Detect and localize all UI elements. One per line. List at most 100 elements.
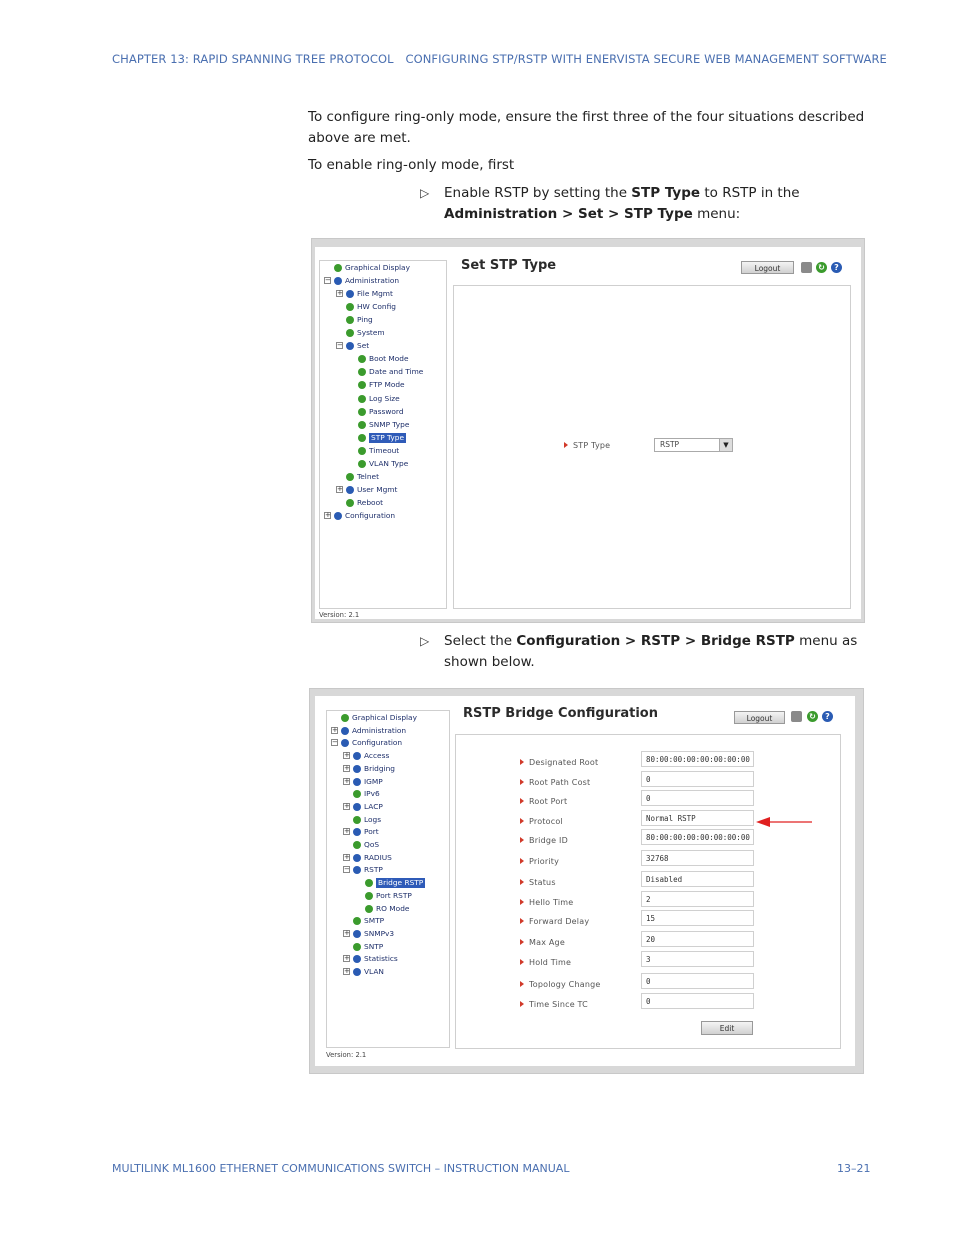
- expand-icon[interactable]: +: [343, 828, 350, 836]
- field-value-max-age: 20: [641, 931, 754, 947]
- edit-button[interactable]: Edit: [701, 1021, 753, 1035]
- expand-icon[interactable]: +: [343, 764, 350, 772]
- tree-node-icon: [358, 446, 366, 455]
- field-label: Root Path Cost: [529, 778, 591, 787]
- tree-node-icon: [346, 472, 354, 481]
- help-icon[interactable]: ?: [831, 262, 842, 273]
- tree-node-icon: [358, 355, 366, 364]
- tree-item-label: Port RSTP: [376, 890, 412, 900]
- bullet-arrow-icon: [520, 879, 524, 885]
- expand-icon[interactable]: +: [343, 955, 350, 963]
- field-value-topology-change: 0: [641, 973, 754, 989]
- expand-icon[interactable]: +: [336, 290, 343, 298]
- tree-node-icon: [346, 303, 354, 312]
- tree-item-label: Boot Mode: [369, 354, 409, 364]
- tree-item-label: SNTP: [364, 941, 384, 951]
- field-label: Max Age: [529, 938, 565, 947]
- expand-icon[interactable]: +: [324, 511, 331, 519]
- expand-icon[interactable]: +: [343, 968, 350, 975]
- running-header: CHAPTER 13: RAPID SPANNING TREE PROTOCOL…: [112, 52, 887, 66]
- content-panel: STP Type RSTP ▼: [453, 285, 851, 609]
- tree-node-icon: [353, 968, 361, 976]
- step-2-text: Select the Configuration > RSTP > Bridge…: [444, 633, 858, 670]
- tree-item-label: Port: [364, 827, 379, 837]
- field-row-time-since-tc: Time Since TC: [520, 997, 630, 1013]
- field-row-hello-time: Hello Time: [520, 895, 630, 911]
- field-row-root-path-cost: Root Path Cost: [520, 775, 630, 791]
- step-1: ▷ Enable RSTP by setting the STP Type to…: [420, 183, 870, 225]
- bullet-arrow-icon: [520, 837, 524, 843]
- tree-item-label: RO Mode: [376, 903, 410, 913]
- bullet-arrow-icon: [520, 899, 524, 905]
- expand-icon[interactable]: +: [343, 777, 350, 785]
- tree-item-label: System: [357, 328, 385, 338]
- logout-button[interactable]: Logout: [734, 711, 785, 724]
- navigation-tree: Graphical Display + Administration − Configu…: [326, 710, 450, 1048]
- tree-item-label: VLAN: [364, 967, 384, 976]
- field-value-root-port: 0: [641, 790, 754, 806]
- navigation-tree: Graphical Display − Administration + File Mg…: [319, 260, 447, 609]
- field-value-hello-time: 2: [641, 891, 754, 907]
- tree-node-icon: [353, 853, 361, 862]
- page-number: 13–21: [837, 1162, 871, 1175]
- tree-item-label: Access: [364, 751, 390, 761]
- field-label: Status: [529, 878, 556, 887]
- tree-node-icon: [365, 879, 373, 888]
- paragraph-2: To enable ring-only mode, first: [308, 157, 515, 173]
- rstp-bridge-configuration-screenshot: Graphical Display + Administration − Configu…: [309, 688, 864, 1074]
- collapse-icon[interactable]: −: [343, 866, 350, 874]
- expand-icon[interactable]: +: [336, 485, 343, 493]
- tree-node-icon: [341, 726, 349, 735]
- expand-icon[interactable]: +: [331, 726, 338, 734]
- refresh-icon[interactable]: ↻: [807, 711, 818, 722]
- collapse-icon[interactable]: −: [336, 342, 343, 350]
- bullet-arrow-icon: [520, 981, 524, 987]
- tree-item-label: FTP Mode: [369, 380, 405, 390]
- field-row-designated-root: Designated Root: [520, 755, 630, 771]
- collapse-icon[interactable]: −: [331, 739, 338, 747]
- version-label: Version: 2.1: [319, 611, 360, 619]
- expand-icon[interactable]: +: [343, 929, 350, 937]
- help-icon[interactable]: ?: [822, 711, 833, 722]
- stp-type-select[interactable]: RSTP ▼: [654, 438, 733, 452]
- field-value-forward-delay: 15: [641, 910, 754, 926]
- tree-item-label: STP Type: [369, 432, 406, 443]
- tree-item-label: SMTP: [364, 916, 385, 926]
- logout-button[interactable]: Logout: [741, 261, 794, 274]
- tree-node-icon: [353, 942, 361, 951]
- tree-node-icon: [346, 485, 354, 494]
- field-label: Time Since TC: [529, 1000, 588, 1009]
- save-icon[interactable]: [791, 711, 802, 722]
- content-panel: Designated Root 80:00:00:00:00:00:00:00 Ro…: [455, 734, 841, 1049]
- field-label: Forward Delay: [529, 917, 590, 926]
- save-icon[interactable]: [801, 262, 812, 273]
- tree-item-label: User Mgmt: [357, 484, 398, 494]
- tree-node-icon: [358, 381, 366, 390]
- tree-item-label: Timeout: [369, 445, 400, 455]
- collapse-icon[interactable]: −: [324, 277, 331, 285]
- tree-node-icon: [341, 739, 349, 748]
- stp-type-row: STP Type: [564, 438, 654, 454]
- expand-icon[interactable]: +: [343, 752, 350, 760]
- expand-icon[interactable]: +: [343, 802, 350, 810]
- tree-node-icon: [358, 407, 366, 416]
- tree-node-icon: [334, 264, 342, 272]
- chapter-title: CHAPTER 13: RAPID SPANNING TREE PROTOCOL: [112, 52, 394, 66]
- chevron-down-icon[interactable]: ▼: [719, 439, 732, 451]
- tree-item-label: LACP: [364, 801, 383, 811]
- refresh-icon[interactable]: ↻: [816, 262, 827, 273]
- tree-item-label: VLAN Type: [369, 458, 409, 468]
- expand-icon[interactable]: +: [343, 853, 350, 861]
- hollow-triangle-icon: ▷: [420, 186, 430, 200]
- field-value-time-since-tc: 0: [641, 993, 754, 1009]
- bullet-arrow-icon: [520, 858, 524, 864]
- field-value-priority: 32768: [641, 850, 754, 866]
- bullet-arrow-icon: [564, 442, 568, 448]
- tree-node-icon: [358, 420, 366, 429]
- tree-node-icon: [358, 433, 366, 442]
- bullet-arrow-icon: [520, 918, 524, 924]
- field-label: Root Port: [529, 797, 568, 806]
- tree-item-label: Administration: [352, 725, 407, 735]
- section-title: CONFIGURING STP/RSTP WITH ENERVISTA SECU…: [405, 52, 887, 66]
- bullet-arrow-icon: [520, 818, 524, 824]
